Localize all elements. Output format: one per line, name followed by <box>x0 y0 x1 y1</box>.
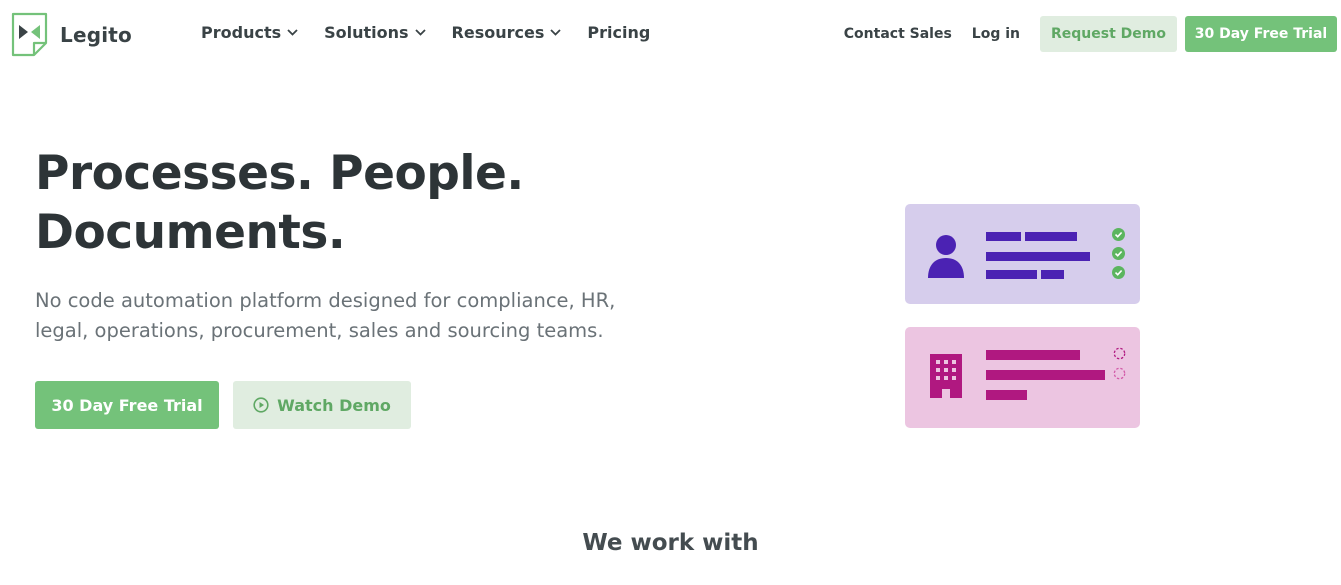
nav-item-label: Resources <box>451 23 545 42</box>
request-demo-button[interactable]: Request Demo <box>1040 16 1177 52</box>
hero-title-line: Documents. <box>35 205 346 260</box>
nav-item-solutions[interactable]: Solutions <box>324 23 426 42</box>
text-lines-graphic <box>986 232 1090 279</box>
person-card-illustration <box>905 204 1140 304</box>
hero-trial-button[interactable]: 30 Day Free Trial <box>35 381 219 429</box>
check-circle-icon <box>1112 228 1125 279</box>
login-link[interactable]: Log in <box>972 26 1020 42</box>
header-actions: Contact Sales Log in Request Demo 30 Day… <box>844 16 1337 52</box>
logo-text: Legito <box>60 22 132 47</box>
chevron-down-icon <box>414 29 426 36</box>
hero-actions: 30 Day Free Trial Watch Demo <box>35 381 411 429</box>
page: Legito Products Solutions Resources Pric… <box>0 0 1341 585</box>
watch-demo-button[interactable]: Watch Demo <box>233 381 411 429</box>
person-icon <box>928 235 964 278</box>
hero-title-line: Processes. People. <box>35 146 524 201</box>
hero-subtitle-line: No code automation platform designed for… <box>35 289 616 312</box>
nav-item-pricing[interactable]: Pricing <box>587 23 650 42</box>
hero-subtitle-line: legal, operations, procurement, sales an… <box>35 319 604 342</box>
hero-title: Processes. People. Documents. <box>35 144 524 262</box>
header-trial-button[interactable]: 30 Day Free Trial <box>1185 16 1337 52</box>
pending-circle-icon <box>1113 347 1126 380</box>
logo-link[interactable]: Legito <box>11 12 132 57</box>
hero-subtitle: No code automation platform designed for… <box>35 286 635 346</box>
nav-item-resources[interactable]: Resources <box>452 23 562 42</box>
chevron-down-icon <box>287 29 298 36</box>
legito-logo-icon <box>11 12 48 57</box>
nav-item-label: Solutions <box>324 23 409 42</box>
contact-sales-link[interactable]: Contact Sales <box>844 26 952 42</box>
text-lines-graphic <box>986 350 1105 400</box>
chevron-down-icon <box>550 29 562 36</box>
building-icon <box>930 354 962 398</box>
nav-item-label: Products <box>201 23 282 42</box>
main-nav: Products Solutions Resources Pricing <box>201 23 650 42</box>
company-card-illustration <box>905 327 1140 428</box>
watch-demo-label: Watch Demo <box>277 395 391 415</box>
nav-item-products[interactable]: Products <box>201 23 298 42</box>
partners-heading: We work with <box>582 530 759 556</box>
nav-item-label: Pricing <box>587 23 651 42</box>
play-circle-icon <box>253 397 269 413</box>
